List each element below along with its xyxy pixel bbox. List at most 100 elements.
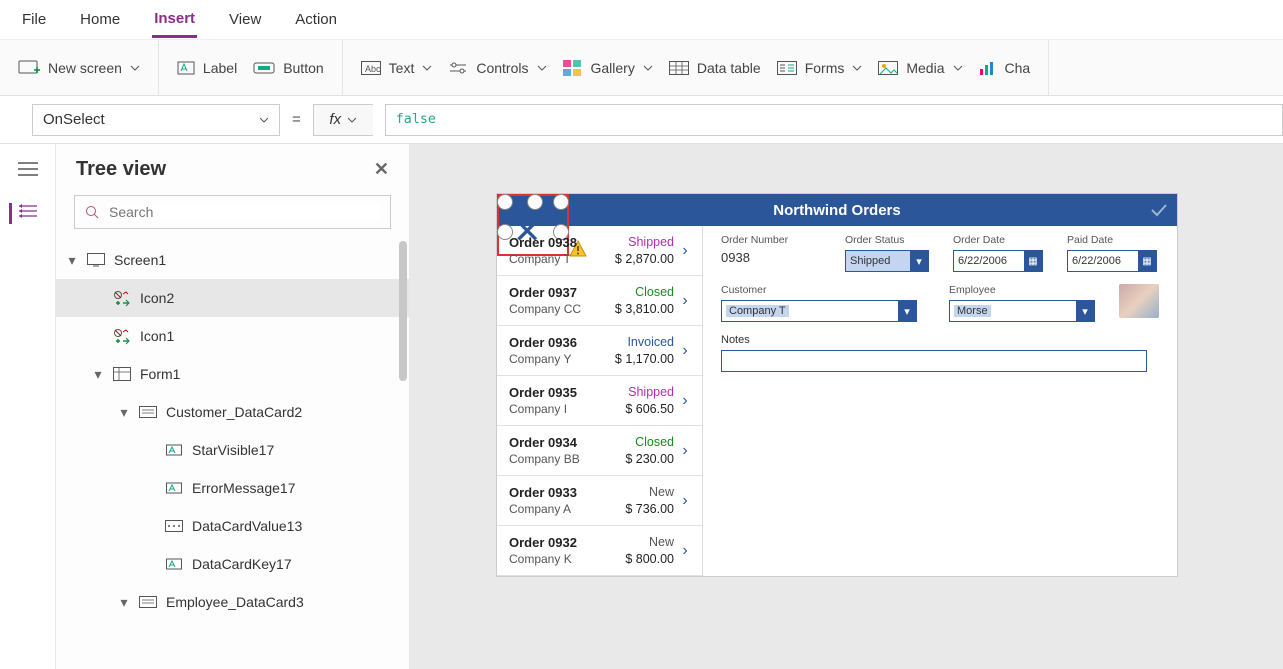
tree-search[interactable] [74, 195, 391, 229]
forms-label: Forms [805, 60, 845, 76]
button-label: Button [283, 60, 323, 76]
tree-search-input[interactable] [107, 203, 380, 221]
scrollbar-thumb[interactable] [399, 241, 407, 381]
notes-label: Notes [721, 334, 1159, 346]
chevron-down-icon: ▾ [898, 301, 916, 321]
tree-node-employee_datacard3[interactable]: ▾ Employee_DataCard3 [56, 583, 409, 621]
order-gallery[interactable]: Order 0938Company TShipped$ 2,870.00›Ord… [497, 226, 703, 576]
button-button[interactable]: Button [253, 60, 323, 76]
new-screen-label: New screen [48, 60, 122, 76]
employee-label: Employee [949, 284, 1095, 296]
chevron-right-icon[interactable]: › [674, 292, 696, 310]
order-row[interactable]: Order 0932Company KNew$ 800.00› [497, 526, 702, 576]
iconctl-icon [112, 328, 132, 344]
tree-node-errormessage17[interactable]: ErrorMessage17 [56, 469, 409, 507]
order-date-input[interactable]: 6/22/2006 ▦ [953, 250, 1043, 272]
order-row[interactable]: Order 0935Company IShipped$ 606.50› [497, 376, 702, 426]
chevron-right-icon[interactable]: › [674, 442, 696, 460]
expand-arrow[interactable]: ▾ [92, 366, 104, 383]
card-icon [138, 596, 158, 608]
gallery-label: Gallery [591, 60, 635, 76]
hamburger-icon[interactable] [18, 162, 38, 181]
menu-view[interactable]: View [227, 3, 263, 36]
expand-arrow[interactable]: ▾ [118, 594, 130, 611]
tree-node-datacardvalue13[interactable]: DataCardValue13 [56, 507, 409, 545]
canvas[interactable]: Northwind Orders ✕ Order 0938Company TSh… [410, 144, 1283, 669]
expand-arrow[interactable]: ▾ [66, 252, 78, 269]
customer-dropdown[interactable]: Company T ▾ [721, 300, 917, 322]
order-company: Company A [509, 501, 604, 517]
tree-node-icon1[interactable]: Icon1 [56, 317, 409, 355]
left-rail [0, 144, 56, 669]
tree-node-icon2[interactable]: Icon2 [56, 279, 409, 317]
order-amount: $ 2,870.00 [604, 251, 674, 268]
new-screen-button[interactable]: New screen [18, 60, 140, 76]
close-icon[interactable]: ✕ [374, 159, 389, 180]
order-status: Invoiced [604, 334, 674, 351]
tree-node-starvisible17[interactable]: StarVisible17 [56, 431, 409, 469]
order-company: Company Y [509, 351, 604, 367]
label-button[interactable]: Label [177, 60, 237, 76]
formula-input[interactable] [385, 104, 1283, 136]
chevron-right-icon[interactable]: › [674, 392, 696, 410]
order-status: New [604, 484, 674, 501]
chevron-right-icon[interactable]: › [674, 492, 696, 510]
tree-node-label: Form1 [140, 366, 180, 382]
controls-button[interactable]: Controls [448, 60, 546, 76]
chevron-right-icon[interactable]: › [674, 342, 696, 360]
text-button[interactable]: Abc Text [361, 60, 433, 76]
order-amount: $ 1,170.00 [604, 351, 674, 368]
search-icon [85, 205, 99, 219]
tree-node-customer_datacard2[interactable]: ▾Customer_DataCard2 [56, 393, 409, 431]
treeview-icon[interactable] [9, 203, 38, 224]
gallery-button[interactable]: Gallery [563, 60, 653, 76]
order-num: Order 0932 [509, 534, 604, 552]
order-row[interactable]: Order 0936Company YInvoiced$ 1,170.00› [497, 326, 702, 376]
expand-arrow[interactable]: ▾ [118, 404, 130, 421]
datatable-button[interactable]: Data table [669, 60, 761, 76]
paid-date-label: Paid Date [1067, 234, 1157, 246]
customer-label: Customer [721, 284, 917, 296]
menu-insert[interactable]: Insert [152, 2, 197, 38]
tree-node-label: Employee_DataCard3 [166, 594, 304, 610]
form-icon [112, 367, 132, 381]
paid-date-input[interactable]: 6/22/2006 ▦ [1067, 250, 1157, 272]
tree-node-form1[interactable]: ▾ Form1 [56, 355, 409, 393]
app-preview: Northwind Orders ✕ Order 0938Company TSh… [497, 194, 1177, 576]
chevron-right-icon[interactable]: › [674, 542, 696, 560]
order-status-dropdown[interactable]: Shipped ▾ [845, 250, 929, 272]
order-row[interactable]: Order 0937Company CCClosed$ 3,810.00› [497, 276, 702, 326]
menu-file[interactable]: File [20, 3, 48, 36]
ribbon: New screen Label Button Abc Text Control… [0, 40, 1283, 96]
check-icon[interactable] [1149, 200, 1169, 224]
controls-label: Controls [476, 60, 528, 76]
order-row[interactable]: Order 0933Company ANew$ 736.00› [497, 476, 702, 526]
order-amount: $ 230.00 [604, 451, 674, 468]
order-row[interactable]: Order 0934Company BBClosed$ 230.00› [497, 426, 702, 476]
chevron-right-icon[interactable]: › [674, 242, 696, 260]
media-button[interactable]: Media [878, 60, 962, 76]
field-icon [164, 443, 184, 457]
order-date-label: Order Date [953, 234, 1043, 246]
tree-node-label: Screen1 [114, 252, 166, 268]
chart-button[interactable]: Cha [979, 60, 1031, 76]
tree-node-datacardkey17[interactable]: DataCardKey17 [56, 545, 409, 583]
equals-sign: = [292, 111, 301, 128]
tree-view-title: Tree view [76, 158, 166, 181]
tree-node-screen1[interactable]: ▾ Screen1 [56, 241, 409, 279]
menu-action[interactable]: Action [293, 3, 339, 36]
screen-icon [86, 253, 106, 267]
menu-home[interactable]: Home [78, 3, 122, 36]
notes-input[interactable] [721, 350, 1147, 372]
order-status: Closed [604, 284, 674, 301]
tree-node-label: Icon2 [140, 290, 174, 306]
property-selector[interactable]: OnSelect [32, 104, 280, 136]
combo-icon [164, 520, 184, 532]
fx-button[interactable]: fx [313, 104, 373, 136]
order-row[interactable]: Order 0938Company TShipped$ 2,870.00› [497, 226, 702, 276]
forms-button[interactable]: Forms [777, 60, 863, 76]
calendar-icon: ▦ [1138, 251, 1156, 271]
employee-dropdown[interactable]: Morse ▾ [949, 300, 1095, 322]
workspace: Tree view ✕ ▾Screen1Icon2Icon1▾Form1▾Cus… [0, 144, 1283, 669]
order-company: Company CC [509, 301, 604, 317]
